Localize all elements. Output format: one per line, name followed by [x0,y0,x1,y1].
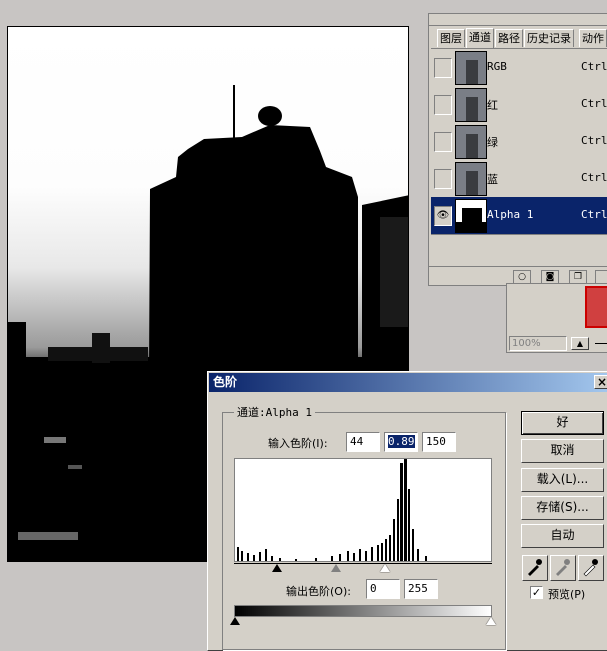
save-button[interactable]: 存储(S)... [521,496,604,520]
channel-row-red[interactable]: 红 Ctrl+1 [431,86,607,124]
palette-title-bar[interactable] [429,14,607,26]
gray-eyedropper-icon[interactable] [550,555,576,581]
output-black-slider[interactable] [230,617,240,625]
channel-thumbnail [455,88,487,122]
channel-thumbnail [455,199,487,233]
zoom-slider[interactable] [595,343,607,344]
channel-row-blue[interactable]: 蓝 Ctrl+3 [431,160,607,198]
visibility-toggle[interactable] [434,132,452,152]
output-levels-label: 输出色阶(O): [286,585,351,598]
visibility-toggle[interactable] [434,58,452,78]
input-black-field[interactable]: 44 [346,432,380,452]
white-eyedropper-icon[interactable] [578,555,604,581]
new-channel-icon[interactable]: ❐ [569,270,587,284]
output-gradient-bar [234,605,492,617]
channel-label: 通道:Alpha 1 [234,404,315,420]
navigator-preview [585,286,607,328]
input-white-field[interactable]: 150 [422,432,456,452]
preview-label: 预览(P) [548,588,586,601]
channel-row-rgb[interactable]: RGB Ctrl+~ [431,49,607,87]
channel-name: RGB [487,60,507,73]
cancel-button[interactable]: 取消 [521,439,604,463]
channel-thumbnail [455,51,487,85]
channel-shortcut: Ctrl+2 [581,134,607,147]
input-gamma-slider[interactable] [331,564,341,572]
tab-layers[interactable]: 图层 [437,29,465,47]
tab-actions[interactable]: 动作 [579,29,607,47]
visibility-toggle[interactable] [434,95,452,115]
gamma-selected-text: 0.89 [388,435,415,448]
load-selection-icon[interactable]: ○ [513,270,531,284]
levels-dialog: 色阶 × 通道:Alpha 1 输入色阶(I): 44 0.89 150 输出色… [207,371,607,651]
dialog-title: 色阶 [213,375,238,389]
input-gamma-field[interactable]: 0.89 [384,432,418,452]
histogram [234,458,492,562]
dialog-title-bar[interactable]: 色阶 [209,373,607,392]
channel-shortcut: Ctrl+3 [581,171,607,184]
channels-palette: 图层 通道 路径 历史记录 动作 RGB Ctrl+~ 红 Ctrl+1 绿 C… [428,13,607,286]
eye-icon[interactable]: 👁 [434,206,452,226]
zoom-out-icon[interactable]: ▲ [571,337,589,350]
channel-name: 绿 [487,136,498,149]
input-black-slider[interactable] [272,564,282,572]
channel-thumbnail [455,125,487,159]
navigator-panel: 100% ▲ [506,283,607,353]
tab-history[interactable]: 历史记录 [524,29,574,47]
output-black-field[interactable]: 0 [366,579,400,599]
channel-name: 红 [487,99,498,112]
channel-row-alpha-1[interactable]: 👁 Alpha 1 Ctrl+4 [431,197,607,235]
trash-icon[interactable] [595,270,607,284]
channel-row-green[interactable]: 绿 Ctrl+2 [431,123,607,161]
channel-shortcut: Ctrl+4 [581,208,607,221]
load-button[interactable]: 载入(L)... [521,468,604,492]
channel-name: 蓝 [487,173,498,186]
zoom-field[interactable]: 100% [509,336,567,351]
black-eyedropper-icon[interactable] [522,555,548,581]
input-levels-label: 输入色阶(I): [268,437,328,450]
channel-shortcut: Ctrl+~ [581,60,607,73]
output-white-slider[interactable] [486,617,496,625]
channel-name: Alpha 1 [487,208,534,221]
input-white-slider[interactable] [380,564,390,572]
ok-button[interactable]: 好 [521,411,604,435]
tab-paths[interactable]: 路径 [495,29,523,47]
preview-checkbox[interactable]: ✓ [530,586,543,599]
save-selection-icon[interactable]: ◙ [541,270,559,284]
channel-shortcut: Ctrl+1 [581,97,607,110]
close-icon[interactable]: × [594,375,607,389]
tab-channels[interactable]: 通道 [466,28,494,48]
auto-button[interactable]: 自动 [521,524,604,548]
output-white-field[interactable]: 255 [404,579,438,599]
channel-thumbnail [455,162,487,196]
visibility-toggle[interactable] [434,169,452,189]
